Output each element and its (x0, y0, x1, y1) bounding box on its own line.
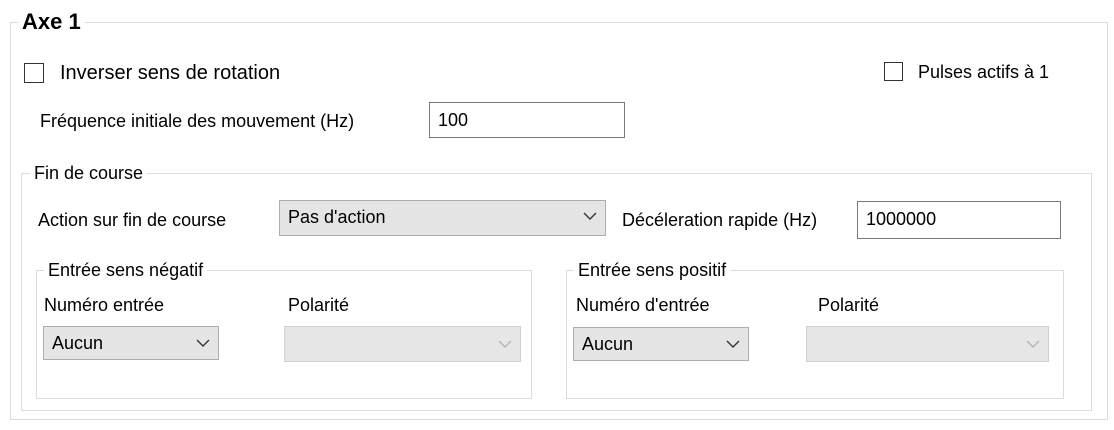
negative-input-title: Entrée sens négatif (44, 258, 208, 282)
initial-frequency-input[interactable]: 100 (429, 102, 625, 138)
axe-title: Axe 1 (18, 10, 85, 34)
negative-polarity-label: Polarité (288, 295, 350, 315)
action-label: Action sur fin de course (38, 210, 227, 230)
chevron-down-icon (583, 212, 597, 220)
chevron-down-icon (196, 339, 210, 347)
action-select-value: Pas d'action (288, 207, 386, 227)
pulses-active-label[interactable]: Pulses actifs à 1 (918, 60, 1049, 84)
invert-rotation-checkbox[interactable] (24, 63, 44, 83)
positive-input-title: Entrée sens positif (574, 258, 731, 282)
negative-input-number-select[interactable]: Aucun (43, 326, 219, 360)
positive-input-number-select[interactable]: Aucun (573, 327, 749, 361)
invert-rotation-label[interactable]: Inverser sens de rotation (60, 61, 280, 85)
chevron-down-icon (498, 340, 512, 348)
positive-input-number-value: Aucun (582, 334, 634, 354)
negative-input-number-label: Numéro entrée (44, 295, 165, 315)
fin-de-course-title: Fin de course (30, 161, 148, 185)
positive-input-number-label: Numéro d'entrée (576, 295, 710, 315)
chevron-down-icon (726, 340, 740, 348)
action-select[interactable]: Pas d'action (279, 200, 606, 236)
initial-frequency-label: Fréquence initiale des mouvement (Hz) (40, 111, 355, 131)
chevron-down-icon (1026, 340, 1040, 348)
positive-polarity-label: Polarité (818, 295, 880, 315)
deceleration-label: Décéleration rapide (Hz) (622, 210, 818, 230)
deceleration-input[interactable]: 1000000 (857, 201, 1061, 239)
pulses-active-checkbox[interactable] (884, 62, 903, 81)
positive-polarity-select[interactable] (806, 326, 1049, 362)
negative-polarity-select[interactable] (284, 326, 521, 362)
negative-input-number-value: Aucun (52, 333, 104, 353)
